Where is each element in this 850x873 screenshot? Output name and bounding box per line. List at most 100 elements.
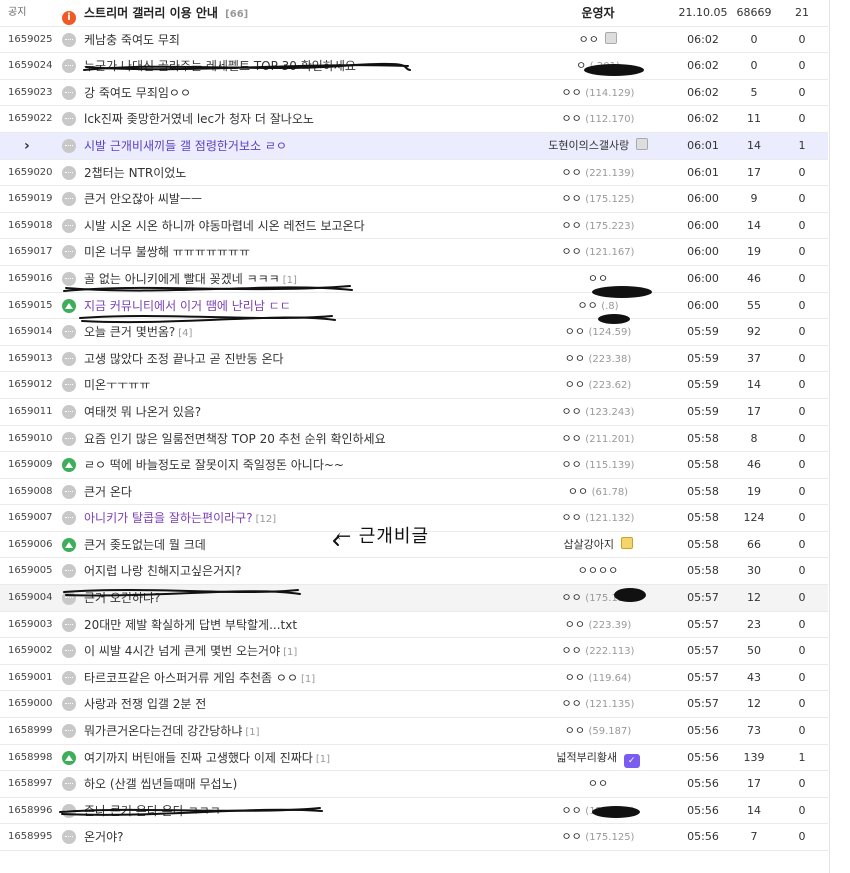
comment-count[interactable]: [4] [178,328,192,339]
table-row[interactable]: 1659002 이 씨발 4시간 넘게 큰게 몇번 오는거야 [1] ㅇㅇ (222.… [0,638,828,665]
table-row[interactable]: 1659013 고생 많았다 조정 끝나고 곧 진반동 온다 ㅇㅇ (223.38)… [0,346,828,373]
table-row[interactable]: 1659004 큰거 오긴하냐? ㅇㅇ (175.125) 05:57 12 0 [0,585,828,612]
writer[interactable]: 넓적부리황새 ✓ [534,745,662,772]
writer[interactable]: ㅇㅇ [534,266,662,293]
post-title[interactable]: 존나 큰거 온다 온다 ㅋㅋㅋ [62,798,532,826]
post-title[interactable]: 누군가 나대신 골라주는 레세펠트 TOP 30 확인하세요 [62,53,532,81]
table-row[interactable]: 1659009 ㄹㅇ 떡에 바늘정도로 잘못이지 죽일정돈 아니다~~ ㅇㅇ (11… [0,452,828,479]
writer[interactable]: ㅇㅇ [534,27,662,54]
table-row[interactable]: 1658999 뭐가큰거온다는건데 강간당하냐 [1] ㅇㅇ (59.187) 05:5… [0,718,828,745]
writer[interactable]: ㅇㅇ (121.135) [534,691,662,718]
post-title[interactable]: 시발 시온 시온 하니까 야동마렵네 시온 레전드 보고온다 [62,213,532,241]
writer[interactable]: ㅇㅇ (222.113) [534,638,662,665]
table-row[interactable]: 1659024 누군가 나대신 골라주는 레세펠트 TOP 30 확인하세요 ㅇ (… [0,53,828,80]
post-title[interactable]: 이 씨발 4시간 넘게 큰게 몇번 오는거야 [1] [62,638,532,666]
post-title[interactable]: 여기까지 버틴애들 진짜 고생했다 이제 진짜다 [1] [62,745,532,773]
table-row[interactable]: 1659022 lck진짜 좆망한거였네 lec가 청자 더 잘나오노 ㅇㅇ (11… [0,106,828,133]
post-title[interactable]: 2챕터는 NTR이었노 [62,160,532,188]
table-row[interactable]: 1659011 여태껏 뭐 나온거 있음? ㅇㅇ (123.243) 05:59 17 0 [0,399,828,426]
writer[interactable]: ㅇㅇ (59.187) [534,718,662,745]
post-title[interactable]: 미온ㅜㅜㅠㅠ [62,372,532,400]
post-title[interactable]: 사랑과 전쟁 입갤 2분 전 [62,691,532,719]
writer[interactable]: ㅇㅇ (175.125) [534,585,662,612]
writer[interactable]: ㅇㅇ (112.170) [534,106,662,133]
writer[interactable]: ㅇㅇ (223.39) [534,612,662,639]
comment-count[interactable]: [1] [301,674,315,685]
writer[interactable]: ㅇㅇ (175.223) [534,213,662,240]
table-row[interactable]: 1659014 오늘 큰거 몇번옴? [4] ㅇㅇ (124.59) 05:59 92 0 [0,319,828,346]
comment-count[interactable]: [66] [225,9,248,20]
table-row[interactable]: › 시발 근개비새끼들 갤 점령한거보소 ㄹㅇ 도현이의스갤사랑 06:01 14 1 [0,132,828,161]
post-title[interactable]: 큰거 안오잖아 씨발ㅡㅡ [62,186,532,214]
post-title[interactable]: 아니키가 탈콥을 잘하는편이라구? [12] [62,505,532,533]
writer[interactable]: ㅇㅇㅇㅇ [534,558,662,585]
writer[interactable]: ㅇㅇ (121.167) [534,798,662,825]
writer[interactable]: ㅇㅇ (124.59) [534,319,662,346]
writer[interactable]: ㅇㅇ (223.38) [534,346,662,373]
table-row[interactable]: 1659001 타르코프같은 아스퍼거류 게임 추천좀 ㅇㅇ [1] ㅇㅇ (119.… [0,665,828,692]
post-title[interactable]: 지금 커뮤니티에서 이거 땜에 난리남 ㄷㄷ [62,293,532,321]
table-row[interactable]: 1659018 시발 시온 시온 하니까 야동마렵네 시온 레전드 보고온다 ㅇㅇ … [0,213,828,240]
comment-count[interactable]: [1] [316,754,330,765]
writer[interactable]: ㅇ (.201) [534,53,662,80]
table-row[interactable]: 1659003 20대만 제발 확실하게 답변 부탁할게...txt ㅇㅇ (223… [0,612,828,639]
writer[interactable]: ㅇㅇ (211.201) [534,426,662,453]
table-row[interactable]: 1659015 지금 커뮤니티에서 이거 땜에 난리남 ㄷㄷ ㅇㅇ (.8) 06:0… [0,293,828,320]
post-title[interactable]: 요즘 인기 많은 일룸전면책장 TOP 20 추천 순위 확인하세요 [62,426,532,454]
writer[interactable]: 삽살강아지 [534,532,662,559]
table-row[interactable]: 1658998 여기까지 버틴애들 진짜 고생했다 이제 진짜다 [1] 넓적부리황새… [0,745,828,772]
post-title[interactable]: 큰거 좆도없는데 뭘 크데 [62,532,532,560]
post-title[interactable]: 20대만 제발 확실하게 답변 부탁할게...txt [62,612,532,640]
comment-count[interactable]: [12] [256,514,277,525]
comment-count[interactable]: [1] [245,727,259,738]
writer[interactable]: ㅇㅇ (114.129) [534,80,662,107]
writer[interactable]: ㅇㅇ (61.78) [534,479,662,506]
post-title[interactable]: 케남충 죽여도 무죄 [62,27,532,55]
writer[interactable]: ㅇㅇ (121.167) [534,239,662,266]
writer[interactable]: 운영자 [534,0,662,26]
writer[interactable]: ㅇㅇ (221.139) [534,160,662,187]
table-row[interactable]: 1659010 요즘 인기 많은 일룸전면책장 TOP 20 추천 순위 확인하세… [0,426,828,453]
post-title[interactable]: 어지럽 나랑 친해지고싶은거지? [62,558,532,586]
post-title[interactable]: 미온 너무 불쌍해 ㅠㅠㅠㅠㅠㅠㅠ [62,239,532,267]
post-title[interactable]: lck진짜 좆망한거였네 lec가 청자 더 잘나오노 [62,106,532,134]
comment-count[interactable]: [1] [283,647,297,658]
post-title[interactable]: 뭐가큰거온다는건데 강간당하냐 [1] [62,718,532,746]
post-title[interactable]: 큰거 온다 [62,479,532,507]
table-row[interactable]: 1659017 미온 너무 불쌍해 ㅠㅠㅠㅠㅠㅠㅠ ㅇㅇ (121.167) 06:0… [0,239,828,266]
notice-title[interactable]: i 스트리머 갤러리 이용 안내 [66] [62,0,532,28]
table-row[interactable]: 1659005 어지럽 나랑 친해지고싶은거지? ㅇㅇㅇㅇ 05:58 30 0 [0,558,828,586]
writer[interactable]: ㅇㅇ (223.62) [534,372,662,399]
table-row[interactable]: 1659016 골 없는 아니키에게 빨대 꽂겠네 ㅋㅋㅋ [1] ㅇㅇ 06:00 4… [0,266,828,293]
writer[interactable]: ㅇㅇ (175.125) [534,186,662,213]
post-title[interactable]: 오늘 큰거 몇번옴? [4] [62,319,532,347]
post-title[interactable]: 강 죽여도 무죄임ㅇㅇ [62,80,532,108]
writer[interactable]: ㅇㅇ (175.125) [534,824,662,851]
post-title[interactable]: 고생 많았다 조정 끝나고 곧 진반동 온다 [62,346,532,374]
writer[interactable]: ㅇㅇ (115.139) [534,452,662,479]
table-row[interactable]: 1659023 강 죽여도 무죄임ㅇㅇ ㅇㅇ (114.129) 06:02 5 0 [0,80,828,107]
writer[interactable]: ㅇㅇ (121.132) [534,505,662,532]
post-title[interactable]: 골 없는 아니키에게 빨대 꽂겠네 ㅋㅋㅋ [1] [62,266,532,294]
table-row[interactable]: 1659000 사랑과 전쟁 입갤 2분 전 ㅇㅇ (121.135) 05:57 12… [0,691,828,719]
table-row[interactable]: 1659025 케남충 죽여도 무죄 ㅇㅇ 06:02 0 0 [0,27,828,54]
writer[interactable]: ㅇㅇ (119.64) [534,665,662,692]
post-title[interactable]: 시발 근개비새끼들 갤 점령한거보소 ㄹㅇ [62,133,532,161]
table-row[interactable]: 1659008 큰거 온다 ㅇㅇ (61.78) 05:58 19 0 [0,479,828,506]
table-row[interactable]: 1658996 존나 큰거 온다 온다 ㅋㅋㅋ ㅇㅇ (121.167) 05:56 1… [0,798,828,825]
notice-row[interactable]: 공지 i 스트리머 갤러리 이용 안내 [66] 운영자 21.10.05 686… [0,0,828,27]
writer[interactable]: ㅇㅇ [534,771,662,798]
table-row[interactable]: 1659012 미온ㅜㅜㅠㅠ ㅇㅇ (223.62) 05:59 14 0 [0,372,828,399]
table-row[interactable]: 1659020 2챕터는 NTR이었노 ㅇㅇ (221.139) 06:01 17 0 [0,160,828,187]
post-title[interactable]: ㄹㅇ 떡에 바늘정도로 잘못이지 죽일정돈 아니다~~ [62,452,532,480]
post-title[interactable]: 온거야? [62,824,532,852]
table-row[interactable]: 1658997 하오 (산갤 씹년들때매 무섭노) ㅇㅇ 05:56 17 0 [0,771,828,798]
post-title[interactable]: 하오 (산갤 씹년들때매 무섭노) [62,771,532,799]
post-title[interactable]: 큰거 오긴하냐? [62,585,532,613]
writer[interactable]: ㅇㅇ (123.243) [534,399,662,426]
post-title[interactable]: 타르코프같은 아스퍼거류 게임 추천좀 ㅇㅇ [1] [62,665,532,693]
writer[interactable]: 도현이의스갤사랑 [534,133,662,160]
table-row[interactable]: 1658995 온거야? ㅇㅇ (175.125) 05:56 7 0 [0,824,828,851]
table-row[interactable]: 1659019 큰거 안오잖아 씨발ㅡㅡ ㅇㅇ (175.125) 06:00 9 0 [0,186,828,213]
post-title[interactable]: 여태껏 뭐 나온거 있음? [62,399,532,427]
